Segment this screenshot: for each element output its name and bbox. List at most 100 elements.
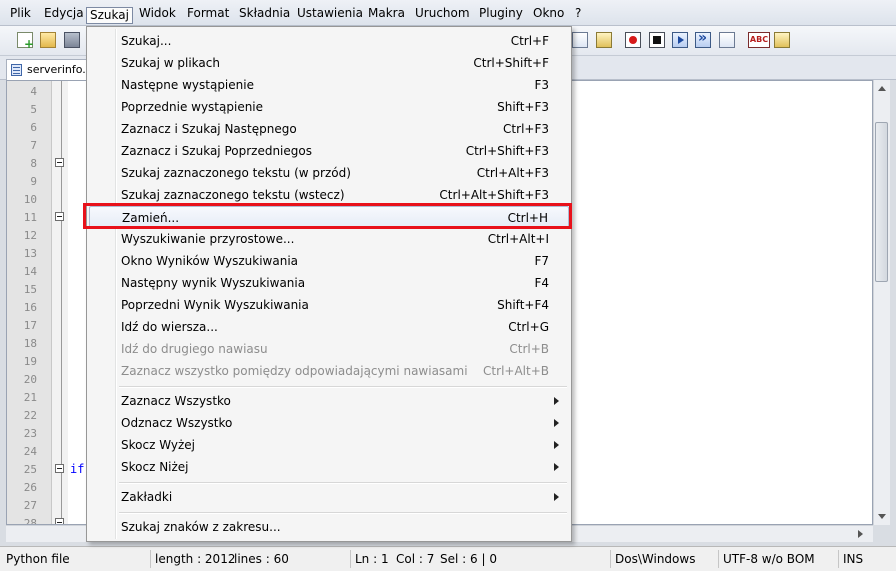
menu-separator [119, 386, 567, 388]
line-number: 21 [23, 391, 37, 404]
line-number: 16 [23, 301, 37, 314]
line-number: 14 [23, 265, 37, 278]
scroll-right-icon[interactable] [858, 530, 863, 538]
fold-margin [52, 81, 68, 524]
menu-format[interactable]: Format [185, 5, 231, 22]
fold-line [61, 81, 62, 524]
stop-macro-icon[interactable] [649, 32, 665, 48]
line-number: 12 [23, 229, 37, 242]
line-number: 17 [23, 319, 37, 332]
menu-uruchom[interactable]: Uruchom [413, 5, 472, 22]
line-number: 13 [23, 247, 37, 260]
status-ln: Ln : 1 [350, 550, 392, 568]
menu-item-szukaj-znakow-z-zakresu[interactable]: Szukaj znaków z zakresu... [89, 516, 569, 538]
plugin-icon[interactable] [774, 32, 790, 48]
submenu-arrow-icon [554, 463, 559, 471]
tab-label: serverinfo.py [27, 63, 87, 76]
menu-ustawienia[interactable]: Ustawienia [295, 5, 365, 22]
submenu-arrow-icon [554, 493, 559, 501]
menu-separator [119, 512, 567, 514]
menu-item-zaznacz-wszystko[interactable]: Zaznacz Wszystko [89, 390, 569, 412]
new-file-icon[interactable] [17, 32, 34, 51]
line-number: 8 [30, 157, 37, 170]
line-number: 26 [23, 481, 37, 494]
play-macro-icon[interactable] [672, 32, 688, 48]
line-number: 23 [23, 427, 37, 440]
vertical-scrollbar[interactable] [873, 80, 890, 525]
line-number: 27 [23, 499, 37, 512]
line-number: 20 [23, 373, 37, 386]
tab-serverinfo[interactable]: serverinfo.py [6, 59, 88, 80]
line-number: 22 [23, 409, 37, 422]
menu-pluginy[interactable]: Pluginy [477, 5, 525, 22]
menu-okno[interactable]: Okno [531, 5, 566, 22]
menu-bar: Plik Edycja Szukaj Widok Format Składnia… [0, 0, 896, 26]
menu-item-idz-do-wiersza[interactable]: Idź do wiersza... Ctrl+G [89, 316, 569, 338]
submenu-arrow-icon [554, 397, 559, 405]
line-number: 9 [30, 175, 37, 188]
open-folder-icon[interactable] [40, 32, 56, 48]
scroll-down-icon[interactable] [878, 514, 886, 519]
run-multiple-macro-icon[interactable] [695, 30, 711, 48]
line-number: 24 [23, 445, 37, 458]
status-file-type: Python file [6, 552, 70, 566]
menu-item-nastepny-wynik[interactable]: Następny wynik Wyszukiwania F4 [89, 272, 569, 294]
status-eol: Dos\Windows [610, 550, 718, 568]
menu-item-skocz-nizej[interactable]: Skocz Niżej [89, 456, 569, 478]
spellcheck-icon[interactable]: ABC [748, 32, 770, 48]
menu-item-szukaj-zaznaczonego-przod[interactable]: Szukaj zaznaczonego tekstu (w przód) Ctrl… [89, 162, 569, 184]
line-number: 18 [23, 337, 37, 350]
line-number: 4 [30, 85, 37, 98]
fold-toggle-icon[interactable] [55, 464, 64, 473]
menu-item-szukaj-w-plikach[interactable]: Szukaj w plikach Ctrl+Shift+F [89, 52, 569, 74]
menu-edycja[interactable]: Edycja [42, 5, 86, 22]
line-number: 11 [23, 211, 37, 224]
highlight-box [83, 203, 572, 229]
function-icon[interactable] [596, 32, 612, 48]
menu-item-zaznacz-szukaj-nastepnego[interactable]: Zaznacz i Szukaj Następnego Ctrl+F3 [89, 118, 569, 140]
menu-szukaj[interactable]: Szukaj [86, 7, 133, 24]
menu-skladnia[interactable]: Składnia [237, 5, 292, 22]
menu-item-odznacz-wszystko[interactable]: Odznacz Wszystko [89, 412, 569, 434]
document-icon[interactable] [572, 32, 588, 48]
menu-item-poprzedni-wynik[interactable]: Poprzedni Wynik Wyszukiwania Shift+F4 [89, 294, 569, 316]
menu-item-wyszukiwanie-przyrostowe[interactable]: Wyszukiwanie przyrostowe... Ctrl+Alt+I [89, 228, 569, 250]
menu-item-idz-do-nawiasu: Idź do drugiego nawiasu Ctrl+B [121, 342, 549, 356]
status-bar: Python file length : 2012 lines : 60 Ln … [0, 546, 896, 571]
status-length: length : 2012 [150, 550, 235, 568]
menu-widok[interactable]: Widok [137, 5, 178, 22]
fold-toggle-icon[interactable] [55, 158, 64, 167]
status-mode: INS [838, 550, 888, 568]
line-number: 6 [30, 121, 37, 134]
line-number: 7 [30, 139, 37, 152]
menu-separator [119, 482, 567, 484]
status-lines: lines : 60 [234, 552, 289, 566]
record-macro-icon[interactable] [625, 32, 641, 48]
line-number: 19 [23, 355, 37, 368]
menu-item-szukaj[interactable]: Szukaj... Ctrl+F [89, 30, 569, 52]
menu-item-nastepne-wystapienie[interactable]: Następne wystąpienie F3 [89, 74, 569, 96]
fold-toggle-icon[interactable] [55, 212, 64, 221]
scroll-thumb[interactable] [875, 122, 888, 282]
menu-item-skocz-wyzej[interactable]: Skocz Wyżej [89, 434, 569, 456]
file-icon [11, 64, 22, 76]
menu-item-okno-wynikow[interactable]: Okno Wyników Wyszukiwania F7 [89, 250, 569, 272]
menu-help[interactable]: ? [573, 5, 583, 22]
line-number: 10 [23, 193, 37, 206]
line-number: 15 [23, 283, 37, 296]
menu-item-zakladki[interactable]: Zakładki [89, 486, 569, 508]
menu-plik[interactable]: Plik [8, 5, 33, 22]
status-col: Col : 7 [396, 552, 435, 566]
line-number: 25 [23, 463, 37, 476]
save-macro-icon[interactable] [719, 32, 735, 48]
line-number: 28 [23, 517, 37, 525]
submenu-arrow-icon [554, 419, 559, 427]
menu-item-zaznacz-szukaj-poprzedniego[interactable]: Zaznacz i Szukaj Poprzedniegos Ctrl+Shift… [89, 140, 569, 162]
save-icon[interactable] [64, 32, 80, 48]
line-number: 5 [30, 103, 37, 116]
scroll-up-icon[interactable] [878, 86, 886, 91]
menu-makra[interactable]: Makra [366, 5, 407, 22]
search-menu-dropdown: Szukaj... Ctrl+F Szukaj w plikach Ctrl+Shi… [86, 26, 572, 542]
fold-toggle-icon[interactable] [55, 518, 64, 524]
menu-item-poprzednie-wystapienie[interactable]: Poprzednie wystąpienie Shift+F3 [89, 96, 569, 118]
